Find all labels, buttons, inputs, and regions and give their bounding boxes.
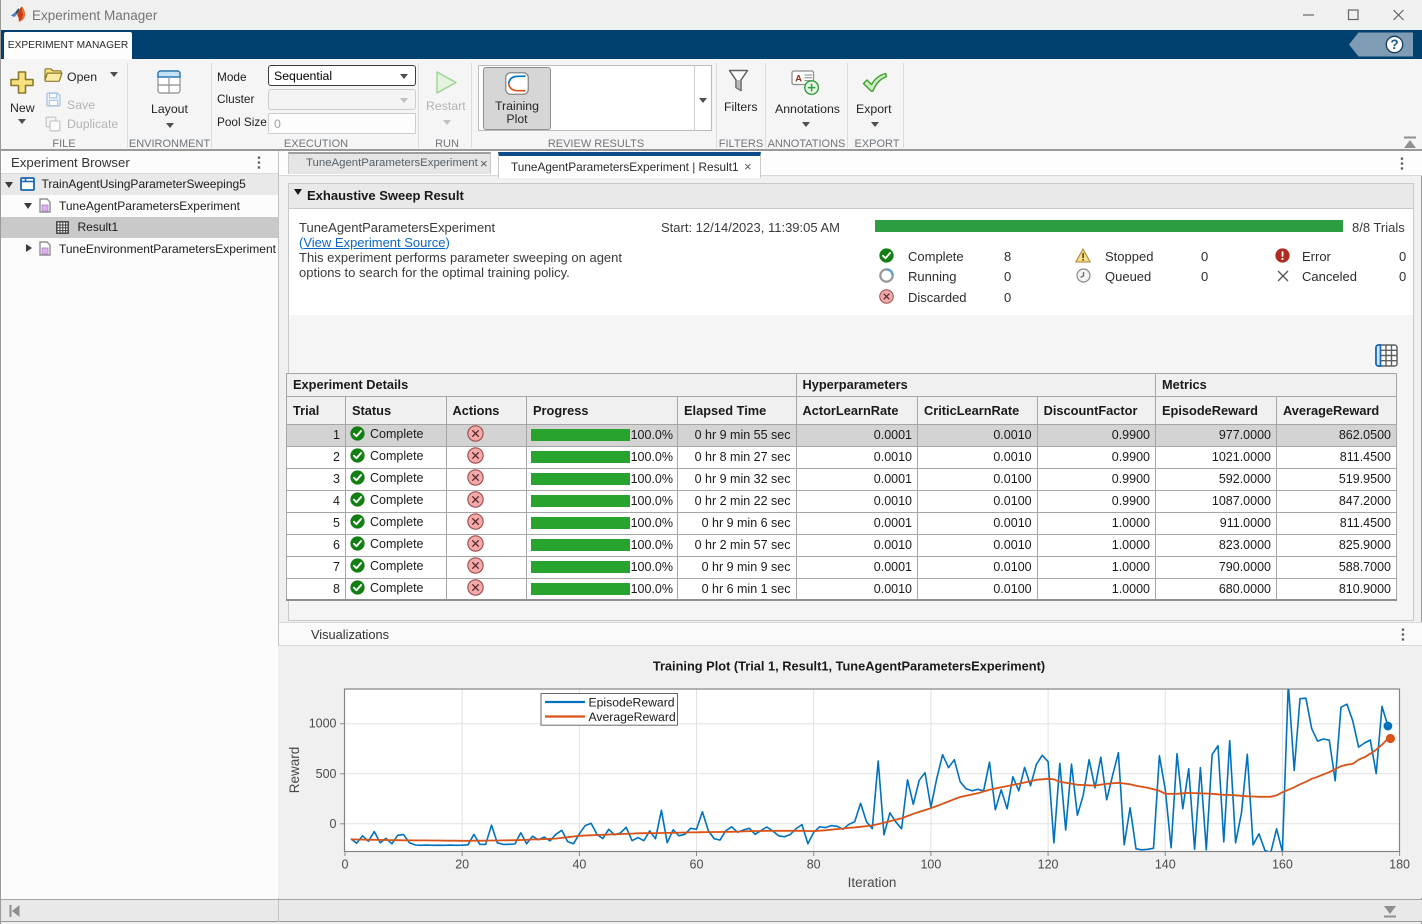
svg-text:500: 500 [316,767,337,781]
svg-text:20: 20 [455,858,469,872]
svg-text:Training Plot (Trial 1, Result: Training Plot (Trial 1, Result1, TuneAge… [653,659,1045,674]
svg-text:180: 180 [1389,858,1410,872]
svg-text:0: 0 [342,858,349,872]
svg-text:140: 140 [1155,858,1176,872]
svg-text:0: 0 [330,817,337,831]
svg-text:120: 120 [1038,858,1059,872]
svg-text:60: 60 [690,858,704,872]
svg-text:80: 80 [807,858,821,872]
svg-text:Iteration: Iteration [848,875,897,890]
svg-text:40: 40 [572,858,586,872]
svg-text:AverageReward: AverageReward [589,710,676,724]
svg-text:160: 160 [1272,858,1293,872]
svg-text:1000: 1000 [309,717,337,731]
svg-text:Reward: Reward [287,747,302,794]
svg-text:100: 100 [920,858,941,872]
svg-text:?: ? [1390,37,1398,52]
svg-text:A: A [795,73,802,84]
svg-text:EpisodeReward: EpisodeReward [589,696,675,710]
